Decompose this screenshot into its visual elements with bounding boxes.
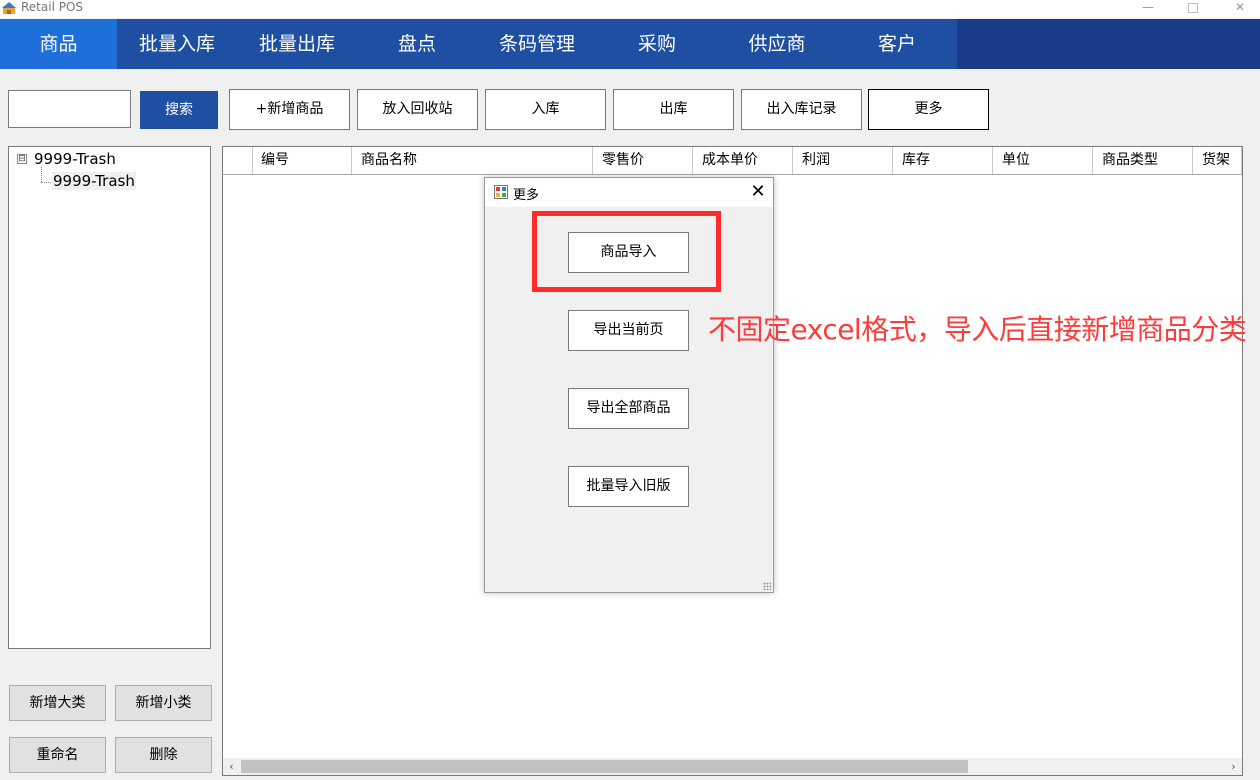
dialog-title: 更多 [513,188,540,203]
menu-tab-barcode[interactable]: 条码管理 [477,19,597,69]
batch-import-legacy-button[interactable]: 批量导入旧版 [568,466,689,507]
menu-tab-suppliers[interactable]: 供应商 [717,19,837,69]
search-input[interactable] [8,90,131,128]
column-header-stock[interactable]: 库存 [893,147,993,174]
scroll-right-icon[interactable]: › [1225,758,1242,775]
window-title: Retail POS [21,0,84,14]
minimize-button[interactable]: — [1133,0,1163,16]
app-logo-icon [2,2,16,14]
close-icon[interactable]: ✕ [747,181,769,203]
resize-grip-icon[interactable] [763,582,771,590]
maximize-icon [1188,3,1198,13]
annotation-highlight-box [532,211,721,292]
form-icon [494,185,508,199]
column-header-id[interactable]: 编号 [252,147,352,174]
menu-tab-products[interactable]: 商品 [0,19,117,69]
menu-tab-batch-out[interactable]: 批量出库 [237,19,357,69]
column-header-unit[interactable]: 单位 [993,147,1093,174]
scrollbar-thumb[interactable] [241,760,968,773]
add-product-button[interactable]: +新增商品 [229,89,350,130]
column-header-name[interactable]: 商品名称 [352,147,593,174]
tree-node-root[interactable]: 9999-Trash [34,150,116,168]
add-minor-category-button[interactable]: 新增小类 [115,685,212,721]
export-all-products-button[interactable]: 导出全部商品 [568,388,689,429]
column-header-profit[interactable]: 利润 [793,147,893,174]
export-current-page-button[interactable]: 导出当前页 [568,310,689,351]
horizontal-scrollbar[interactable]: ‹ › [223,758,1242,775]
column-header-unit-cost[interactable]: 成本单价 [693,147,793,174]
rename-category-button[interactable]: 重命名 [9,737,106,773]
category-tree: ⊟ 9999-Trash 9999-Trash [8,146,211,649]
annotation-note: 不固定excel格式，导入后直接新增商品分类 [708,313,1247,346]
column-header-retail-price[interactable]: 零售价 [593,147,693,174]
menu-bar-filler [957,19,1260,69]
grid-header: 编号 商品名称 零售价 成本单价 利润 库存 单位 商品类型 货架 [223,147,1242,175]
tree-connector [41,167,42,182]
window-titlebar: Retail POS — ✕ [0,0,1260,18]
tree-connector [41,182,51,183]
main-menu-bar: 商品 批量入库 批量出库 盘点 条码管理 采购 供应商 客户 [0,19,1260,69]
scroll-left-icon[interactable]: ‹ [223,758,240,775]
dialog-titlebar: 更多 ✕ [485,178,773,207]
maximize-button[interactable] [1178,0,1208,16]
collapse-icon[interactable]: ⊟ [17,154,27,164]
tree-node-child[interactable]: 9999-Trash [52,172,136,190]
more-button[interactable]: 更多 [868,89,989,130]
stock-out-button[interactable]: 出库 [613,89,734,130]
menu-tab-batch-in[interactable]: 批量入库 [117,19,237,69]
add-major-category-button[interactable]: 新增大类 [9,685,106,721]
column-header-shelf[interactable]: 货架 [1193,147,1242,174]
stock-records-button[interactable]: 出入库记录 [741,89,862,130]
stock-in-button[interactable]: 入库 [485,89,606,130]
close-window-button[interactable]: ✕ [1225,0,1255,16]
menu-tab-stocktake[interactable]: 盘点 [357,19,477,69]
column-header-product-type[interactable]: 商品类型 [1093,147,1193,174]
row-header-corner [223,147,253,174]
search-button[interactable]: 搜索 [140,91,218,129]
menu-tab-purchase[interactable]: 采购 [597,19,717,69]
delete-category-button[interactable]: 删除 [115,737,212,773]
move-to-recycle-button[interactable]: 放入回收站 [357,89,478,130]
menu-tab-customers[interactable]: 客户 [837,19,957,69]
